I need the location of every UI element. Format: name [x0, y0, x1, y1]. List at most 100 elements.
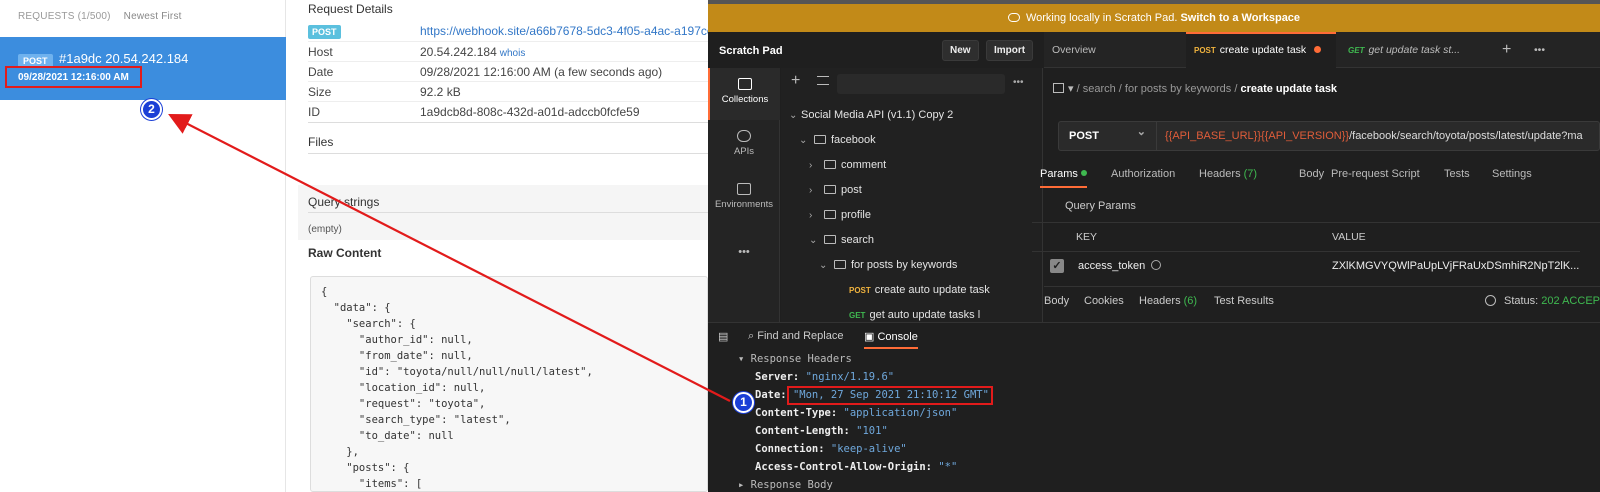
header-value: "nginx/1.19.6": [805, 371, 895, 383]
tab-find-replace[interactable]: ⌕ Find and Replace: [748, 330, 843, 343]
tree-folder-facebook[interactable]: ⌄ facebook: [799, 129, 876, 151]
folder-icon: [834, 260, 846, 269]
sort-toggle[interactable]: Newest First: [124, 11, 182, 22]
query-params-label: Query Params: [1065, 200, 1136, 212]
tree-search-input[interactable]: [837, 74, 1005, 94]
tab-tests[interactable]: Tests: [1444, 168, 1470, 180]
tab-label: create update task: [1219, 44, 1307, 56]
resp-tab-headers[interactable]: Headers (6): [1139, 295, 1197, 307]
breadcrumb-item[interactable]: search: [1083, 83, 1116, 95]
folder-icon: [814, 135, 826, 144]
headers-count: (7): [1243, 168, 1258, 180]
raw-content-title: Raw Content: [308, 246, 382, 260]
tab-prerequest[interactable]: Pre-request Script: [1331, 168, 1420, 180]
add-icon[interactable]: +: [791, 72, 800, 90]
apis-icon: [737, 130, 751, 142]
detail-row-url: POST https://webhook.site/a66b7678-5dc3-…: [308, 21, 733, 41]
new-tab-button[interactable]: +: [1494, 32, 1519, 68]
cloud-off-icon: [1007, 13, 1020, 22]
host-label: Host: [308, 45, 333, 59]
tab-label: Headers: [1139, 295, 1181, 307]
breadcrumb-current: create update task: [1240, 83, 1338, 95]
whois-link[interactable]: whois: [500, 48, 526, 59]
more-icon[interactable]: •••: [1013, 77, 1024, 88]
request-list-item-selected[interactable]: POST #1a9dc 20.54.242.184 09/28/2021 12:…: [0, 37, 286, 100]
tab-label: Console: [877, 331, 918, 343]
detail-row-date: Date 09/28/2021 12:16:00 AM (a few secon…: [308, 61, 708, 81]
nav-more[interactable]: •••: [708, 246, 780, 258]
resp-tab-tests[interactable]: Test Results: [1214, 295, 1274, 307]
status-dot-icon: [1080, 170, 1087, 176]
tree-label: comment: [841, 159, 887, 171]
header-key: Connection:: [755, 443, 825, 455]
import-button[interactable]: Import: [986, 40, 1034, 61]
collection-tree: + ••• ⌄ Social Media API (v1.1) Copy 2 ⌄ f…: [781, 68, 1043, 322]
tree-label: Social Media API (v1.1) Copy 2: [801, 109, 954, 121]
new-button[interactable]: New: [942, 40, 979, 61]
date-label: Date: [308, 65, 334, 79]
nav-environments[interactable]: Environments: [708, 183, 780, 210]
chevron-right-icon: ›: [809, 185, 813, 196]
nav-label: Collections: [721, 94, 769, 105]
post-method-tag: POST: [1194, 46, 1216, 55]
status-value: 202 ACCEP: [1541, 295, 1600, 307]
response-status: Status: 202 ACCEP: [1484, 295, 1600, 307]
tree-folder-keywords[interactable]: ⌄ for posts by keywords: [819, 254, 957, 276]
tab-console[interactable]: ▣ Console: [864, 330, 918, 349]
requests-panel: REQUESTS (1/500) Newest First POST #1a9d…: [0, 0, 286, 492]
breadcrumb-item[interactable]: for posts by keywords: [1125, 83, 1231, 95]
nav-apis[interactable]: APIs: [708, 130, 780, 157]
nav-collections[interactable]: Collections: [708, 68, 780, 120]
post-method-tag: POST: [849, 286, 871, 295]
tree-folder-search[interactable]: ⌄ search: [809, 229, 874, 251]
resp-tab-body[interactable]: Body: [1044, 295, 1069, 307]
tab-authorization[interactable]: Authorization: [1111, 168, 1175, 180]
detail-row-host: Host 20.54.242.184 whois: [308, 41, 708, 61]
folder-icon: [824, 185, 836, 194]
tree-folder-comment[interactable]: › comment: [809, 154, 886, 176]
tab-create-update-task[interactable]: POST create update task: [1186, 32, 1336, 68]
response-headers-section[interactable]: ▾ Response Headers: [738, 353, 852, 365]
tab-headers[interactable]: Headers (7): [1199, 168, 1257, 180]
section-label: ▾ Response Headers: [738, 353, 852, 365]
request-details-title: Request Details: [308, 2, 393, 16]
tree-label: facebook: [831, 134, 876, 146]
param-value[interactable]: ZXlKMGVYQWlPaUpLVjFRaUxDSmhiR2NpT2lK...: [1332, 252, 1579, 280]
detail-row-size: Size 92.2 kB: [308, 81, 708, 101]
resp-tab-cookies[interactable]: Cookies: [1084, 295, 1124, 307]
tree-label: post: [841, 184, 862, 196]
tab-overview[interactable]: Overview: [1044, 32, 1104, 68]
header-value: "*": [938, 461, 958, 473]
tabs-more-icon[interactable]: •••: [1526, 32, 1553, 68]
value-column-header: VALUE: [1332, 231, 1366, 243]
post-method-badge: POST: [308, 25, 341, 39]
tab-settings[interactable]: Settings: [1492, 168, 1532, 180]
unsaved-dot-icon: [1314, 46, 1322, 53]
tree-folder-post[interactable]: › post: [809, 179, 862, 201]
param-checkbox[interactable]: ✓: [1050, 259, 1064, 273]
sidebar-toggle-icon[interactable]: ▤: [718, 330, 728, 343]
webhook-url-link[interactable]: https://webhook.site/a66b7678-5dc3-4f05-…: [420, 24, 733, 38]
tree-request-create-auto[interactable]: POST create auto update task: [849, 279, 990, 301]
tree-request-get-auto[interactable]: GET get auto update tasks l: [849, 304, 980, 322]
tab-params[interactable]: Params: [1040, 168, 1087, 188]
chevron-down-icon: ⌄: [809, 235, 818, 246]
requests-count: REQUESTS (1/500): [18, 11, 111, 22]
response-body-section[interactable]: ▸ Response Body: [738, 479, 833, 491]
switch-workspace-link[interactable]: Switch to a Workspace: [1180, 12, 1300, 24]
filter-icon[interactable]: [817, 76, 829, 85]
key-column-header: KEY: [1076, 231, 1098, 243]
info-icon: [1151, 260, 1162, 270]
tree-collection[interactable]: ⌄ Social Media API (v1.1) Copy 2: [789, 104, 953, 126]
postman-window: Working locally in Scratch Pad. Switch t…: [708, 0, 1600, 492]
tab-body[interactable]: Body: [1299, 168, 1324, 180]
more-icon: •••: [738, 246, 750, 258]
method-select[interactable]: POST: [1059, 118, 1157, 150]
url-input[interactable]: {{API_BASE_URL}}{{API_VERSION}}/facebook…: [1165, 122, 1583, 150]
param-key[interactable]: access_token: [1078, 260, 1145, 272]
globe-icon: [1484, 295, 1496, 306]
tree-folder-profile[interactable]: › profile: [809, 204, 871, 226]
tab-get-update-task[interactable]: GET get update task st...: [1340, 32, 1490, 68]
tab-label: get update task st...: [1368, 44, 1461, 56]
requests-header: REQUESTS (1/500) Newest First: [0, 0, 285, 36]
